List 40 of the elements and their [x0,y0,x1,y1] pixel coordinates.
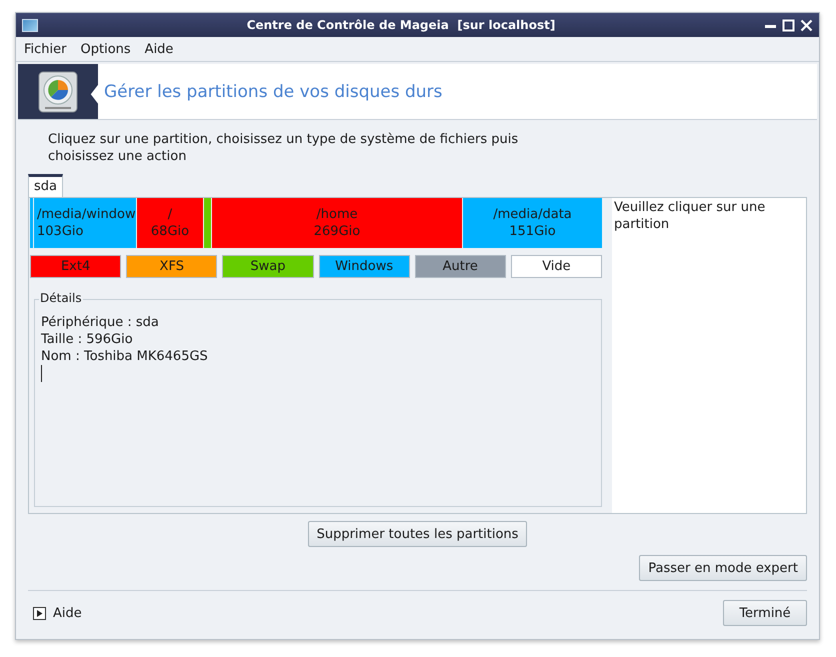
filesystem-type-button[interactable]: Ext4 [30,255,122,278]
delete-all-button[interactable]: Supprimer toutes les partitions [308,521,528,547]
help-expander[interactable]: Aide [28,606,82,620]
filesystem-type-button[interactable]: Vide [510,255,602,278]
partition-segment[interactable]: /media/window 103Gio [34,198,136,248]
instructions-text: Cliquez sur une partition, choisissez un type de système de fichiers puis choisissez une action [48,131,520,165]
detail-line: Périphérique : sda [41,314,160,331]
help-label: Aide [53,606,82,620]
partition-size: 68Gio [150,223,190,240]
details-title: Détails [39,291,83,305]
filesystem-type-button[interactable]: Swap [222,255,314,278]
hint-text: Veuillez cliquer sur une partition [613,199,766,234]
menu-item[interactable]: Fichier [24,42,66,56]
window-icon [22,18,38,32]
partition-mount: /media/window [37,206,136,223]
window-title: Centre de Contrôle de Mageia [sur localhost] [246,18,556,32]
close-icon[interactable] [800,18,813,32]
expert-mode-button[interactable]: Passer en mode expert [639,555,807,581]
detail-line: Nom : Toshiba MK6465GS [41,348,209,365]
partition-size: 103Gio [37,223,84,240]
filesystem-type-button[interactable]: XFS [126,255,218,278]
partition-mount: /home [316,206,358,223]
partition-mount: /media/data [493,206,572,223]
detail-line: Taille : 596Gio [41,331,134,348]
menu-item[interactable]: Options [80,42,131,56]
partition-size: 269Gio [314,223,360,240]
partition-segment[interactable]: /media/data 151Gio [463,198,602,248]
menu-item[interactable]: Aide [144,42,174,56]
filesystem-type-button[interactable]: Autre [414,255,506,278]
text-cursor [41,365,42,382]
expander-icon[interactable] [33,606,46,620]
partition-segment[interactable]: / 68Gio [137,198,203,248]
done-button[interactable]: Terminé [723,600,807,626]
partition-segment[interactable]: /home 269Gio [212,198,462,248]
maximize-icon[interactable] [782,18,795,32]
page-heading: Gérer les partitions de vos disques durs [104,82,442,102]
disk-tab[interactable]: sda [28,174,63,197]
partition-size: 151Gio [509,223,556,240]
partition-mount: / [168,206,172,223]
filesystem-type-button[interactable]: Windows [318,255,410,278]
